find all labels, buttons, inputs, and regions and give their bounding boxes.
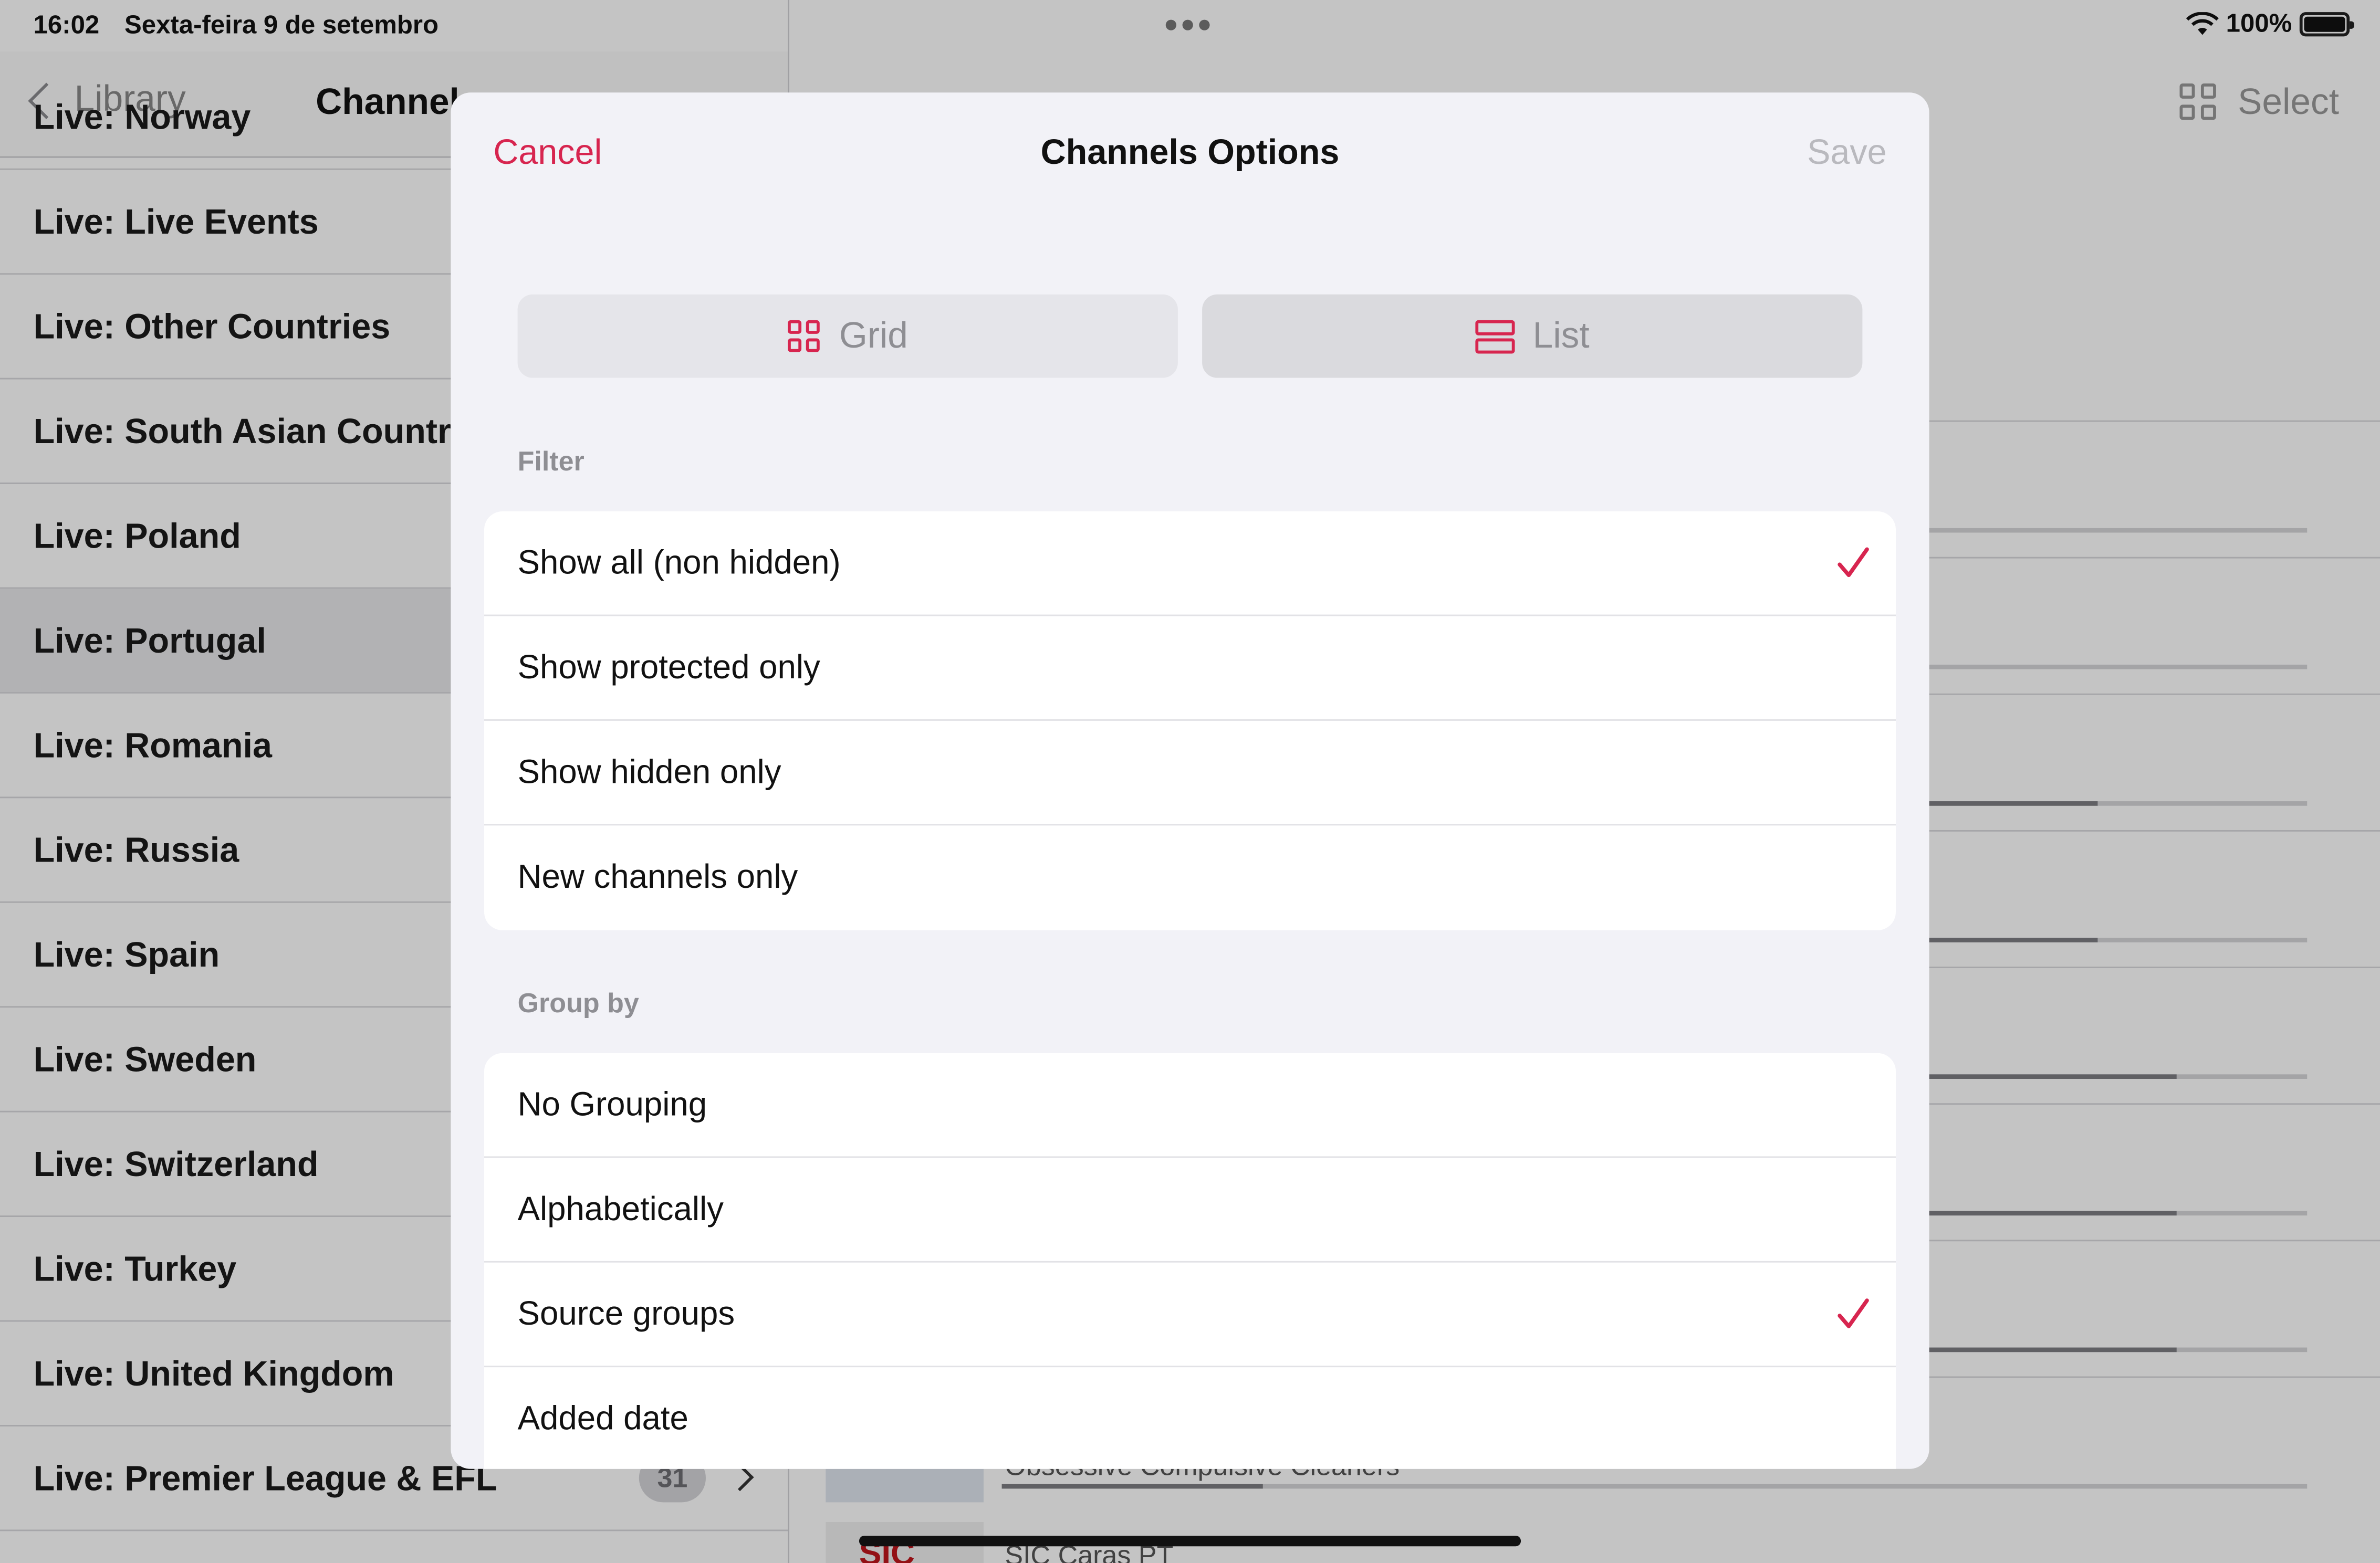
- option-label: No Grouping: [517, 1085, 707, 1123]
- group-option-none[interactable]: No Grouping: [484, 1053, 1896, 1158]
- filter-option-new[interactable]: New channels only: [484, 825, 1896, 930]
- group-by-options: No Grouping Alphabetically Source groups…: [484, 1053, 1896, 1469]
- option-label: Added date: [517, 1399, 688, 1438]
- group-option-alphabetically[interactable]: Alphabetically: [484, 1158, 1896, 1263]
- save-button[interactable]: Save: [1807, 132, 1887, 173]
- grid-icon: [787, 319, 821, 353]
- option-label: Show protected only: [517, 648, 820, 686]
- filter-option-show-all[interactable]: Show all (non hidden): [484, 511, 1896, 616]
- checkmark-icon: [1838, 1298, 1869, 1328]
- option-label: Show all (non hidden): [517, 543, 841, 581]
- layout-grid-button[interactable]: Grid: [517, 294, 1178, 378]
- filter-option-hidden[interactable]: Show hidden only: [484, 721, 1896, 826]
- channels-options-modal: Cancel Channels Options Save Grid List F…: [451, 92, 1929, 1469]
- list-icon: [1475, 319, 1515, 353]
- filter-section-label: Filter: [517, 446, 584, 477]
- layout-list-label: List: [1532, 314, 1590, 356]
- option-label: Alphabetically: [517, 1189, 724, 1228]
- home-indicator: [859, 1535, 1521, 1547]
- group-option-source-groups[interactable]: Source groups: [484, 1263, 1896, 1368]
- option-label: Show hidden only: [517, 752, 781, 791]
- checkmark-icon: [1838, 547, 1869, 578]
- filter-option-protected[interactable]: Show protected only: [484, 616, 1896, 721]
- app-screen: 16:02 Sexta-feira 9 de setembro 100% Lib…: [0, 0, 2380, 1563]
- modal-title: Channels Options: [1040, 132, 1340, 172]
- layout-list-button[interactable]: List: [1202, 294, 1863, 378]
- modal-header: Cancel Channels Options Save: [451, 92, 1929, 211]
- layout-grid-label: Grid: [839, 314, 908, 356]
- group-option-added-date[interactable]: Added date: [484, 1367, 1896, 1469]
- option-label: New channels only: [517, 857, 798, 896]
- group-by-section-label: Group by: [517, 988, 639, 1019]
- filter-options: Show all (non hidden) Show protected onl…: [484, 511, 1896, 930]
- option-label: Source groups: [517, 1294, 735, 1333]
